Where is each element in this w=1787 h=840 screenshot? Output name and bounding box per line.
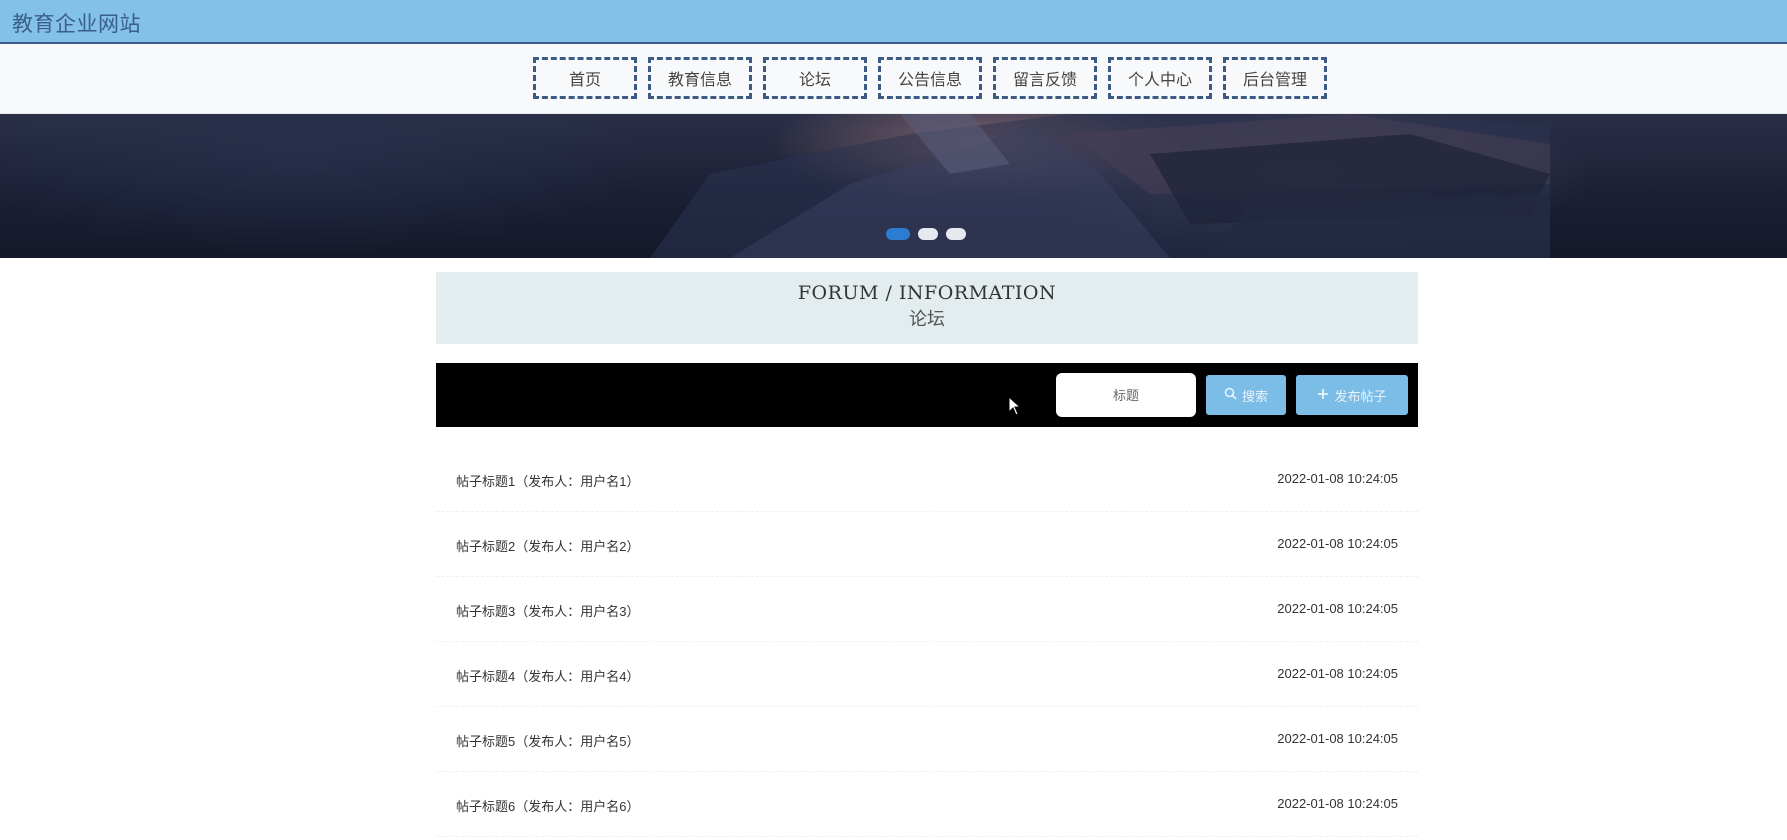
post-time: 2022-01-08 10:24:05 [1277, 601, 1398, 616]
post-title[interactable]: 帖子标题6（发布人：用户名6） [456, 796, 639, 815]
post-time: 2022-01-08 10:24:05 [1277, 471, 1398, 486]
post-title[interactable]: 帖子标题5（发布人：用户名5） [456, 731, 639, 750]
post-time: 2022-01-08 10:24:05 [1277, 731, 1398, 746]
nav-list: 首页 教育信息 论坛 公告信息 留言反馈 个人中心 后台管理 [533, 57, 1327, 99]
search-icon [1224, 387, 1237, 403]
carousel-dot-1[interactable] [886, 228, 910, 240]
carousel-dot-3[interactable] [946, 228, 966, 240]
nav-item-admin[interactable]: 后台管理 [1223, 57, 1327, 99]
search-button-label: 搜索 [1241, 388, 1268, 404]
section-title-cn: 论坛 [909, 309, 945, 330]
nav-item-education-info[interactable]: 教育信息 [648, 57, 752, 99]
post-row[interactable]: 帖子标题4（发布人：用户名4） 2022-01-08 10:24:05 [436, 642, 1418, 707]
section-title-en: FORUM / INFORMATION [797, 282, 1057, 304]
nav-item-forum[interactable]: 论坛 [763, 57, 867, 99]
plus-icon [1317, 387, 1329, 403]
main-navigation: 首页 教育信息 论坛 公告信息 留言反馈 个人中心 后台管理 [0, 44, 1787, 114]
search-title-input[interactable] [1056, 373, 1196, 417]
nav-item-feedback[interactable]: 留言反馈 [993, 57, 1097, 99]
post-row[interactable]: 帖子标题3（发布人：用户名3） 2022-01-08 10:24:05 [436, 577, 1418, 642]
post-row[interactable]: 帖子标题1（发布人：用户名1） 2022-01-08 10:24:05 [436, 447, 1418, 512]
nav-item-personal-center[interactable]: 个人中心 [1108, 57, 1212, 99]
post-list: 帖子标题1（发布人：用户名1） 2022-01-08 10:24:05 帖子标题… [436, 447, 1418, 837]
carousel-dot-2[interactable] [918, 228, 938, 240]
post-title[interactable]: 帖子标题3（发布人：用户名3） [456, 601, 639, 620]
post-title[interactable]: 帖子标题1（发布人：用户名1） [456, 471, 639, 490]
post-time: 2022-01-08 10:24:05 [1277, 536, 1398, 551]
publish-post-label: 发布帖子 [1334, 388, 1387, 404]
search-button[interactable]: 搜索 [1206, 375, 1286, 415]
mouse-cursor-icon [1008, 396, 1022, 416]
post-time: 2022-01-08 10:24:05 [1277, 666, 1398, 681]
top-header-bar: 教育企业网站 [0, 0, 1787, 44]
post-row[interactable]: 帖子标题5（发布人：用户名5） 2022-01-08 10:24:05 [436, 707, 1418, 772]
post-time: 2022-01-08 10:24:05 [1277, 796, 1398, 811]
post-row[interactable]: 帖子标题6（发布人：用户名6） 2022-01-08 10:24:05 [436, 772, 1418, 837]
post-title[interactable]: 帖子标题4（发布人：用户名4） [456, 666, 639, 685]
search-bar: 搜索 发布帖子 [436, 363, 1418, 427]
nav-item-home[interactable]: 首页 [533, 57, 637, 99]
section-header: FORUM / INFORMATION 论坛 [436, 272, 1418, 344]
nav-item-announcements[interactable]: 公告信息 [878, 57, 982, 99]
post-row[interactable]: 帖子标题2（发布人：用户名2） 2022-01-08 10:24:05 [436, 512, 1418, 577]
site-title[interactable]: 教育企业网站 [12, 8, 141, 38]
publish-post-button[interactable]: 发布帖子 [1296, 375, 1408, 415]
post-title[interactable]: 帖子标题2（发布人：用户名2） [456, 536, 639, 555]
banner-book-image [650, 114, 1550, 258]
carousel-indicators [886, 228, 966, 240]
